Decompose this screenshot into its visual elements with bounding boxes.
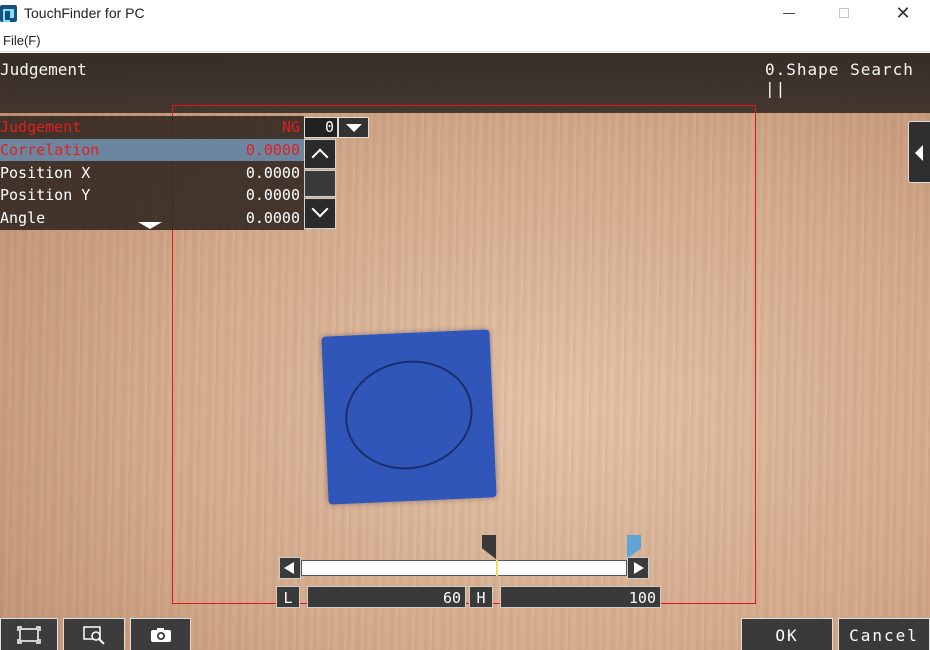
screen-title: Judgement: [0, 60, 87, 79]
high-threshold-field[interactable]: 100: [500, 586, 661, 608]
low-threshold-field[interactable]: 60: [307, 586, 466, 608]
threshold-slider-track[interactable]: [301, 560, 627, 576]
result-index-dropdown-button[interactable]: [338, 117, 369, 138]
menu-file[interactable]: File(F): [3, 33, 41, 48]
app-icon: [0, 5, 17, 22]
result-value: 0.0000: [245, 209, 300, 227]
result-label: Angle: [0, 209, 46, 227]
capture-button[interactable]: [130, 618, 191, 650]
camera-icon: [150, 628, 171, 642]
result-label: Judgement: [0, 118, 82, 136]
chevron-down-icon: [311, 200, 329, 218]
scroll-down-button[interactable]: [304, 198, 336, 229]
header-strip: Judgement 0.Shape Search ||: [0, 53, 930, 113]
result-label: Correlation: [0, 141, 100, 159]
result-index-field[interactable]: 0: [304, 117, 338, 138]
result-row-judgement[interactable]: Judgement NG: [0, 116, 304, 138]
ok-button[interactable]: OK: [741, 618, 833, 650]
result-value: 0.0000: [245, 164, 300, 182]
result-label: Position X: [0, 164, 91, 182]
fit-view-icon: [17, 626, 41, 644]
result-row-position-x[interactable]: Position X 0.0000: [0, 162, 304, 184]
zoom-select-icon: [83, 626, 105, 645]
slider-increment-button[interactable]: [627, 557, 649, 579]
side-panel-toggle-button[interactable]: [908, 121, 930, 183]
low-threshold-label: L: [276, 586, 300, 608]
result-label: Position Y: [0, 186, 91, 204]
result-value: NG: [281, 118, 300, 136]
window-title: TouchFinder for PC: [24, 5, 145, 21]
slider-decrement-button[interactable]: [279, 557, 301, 579]
minimize-icon: [783, 12, 795, 14]
camera-image-view[interactable]: Judgement 0.Shape Search || Judgement NG…: [0, 53, 930, 650]
result-value: 0.0000: [245, 141, 300, 159]
unit-name: 0.Shape Search ||: [765, 60, 914, 98]
maximize-icon: [839, 8, 849, 19]
result-row-correlation[interactable]: Correlation 0.0000: [0, 139, 304, 161]
window-titlebar: TouchFinder for PC ✕: [0, 0, 930, 28]
minimize-button[interactable]: [766, 0, 812, 28]
result-row-position-y[interactable]: Position Y 0.0000: [0, 184, 304, 206]
result-value: 0.0000: [245, 186, 300, 204]
scroll-track[interactable]: [304, 170, 336, 197]
maximize-button[interactable]: [821, 0, 867, 28]
current-value-marker: [496, 560, 498, 576]
menu-bar: File(F): [0, 28, 930, 52]
cancel-button[interactable]: Cancel: [838, 618, 930, 650]
scroll-up-button[interactable]: [304, 139, 336, 169]
expand-results-arrow-icon[interactable]: [138, 222, 162, 229]
fit-view-button[interactable]: [0, 618, 58, 650]
chevron-up-icon: [311, 148, 329, 166]
result-panel: Judgement NG Correlation 0.0000 Position…: [0, 116, 304, 230]
zoom-tool-button[interactable]: [63, 618, 125, 650]
high-threshold-label: H: [469, 586, 493, 608]
close-button[interactable]: ✕: [880, 0, 926, 28]
